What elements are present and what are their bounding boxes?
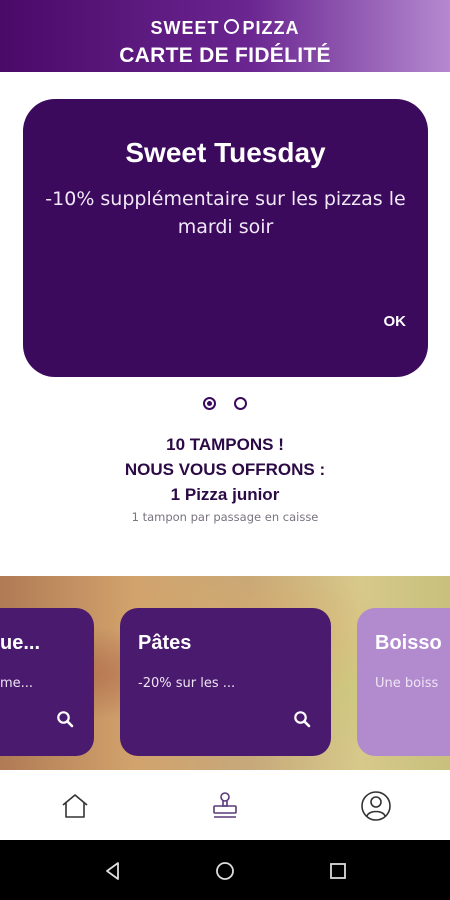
- nav-stamps[interactable]: [207, 788, 243, 824]
- android-system-bar: [0, 840, 450, 900]
- loyalty-line-1: 10 TAMPONS !: [166, 435, 284, 454]
- category-description: Une boiss: [375, 676, 439, 691]
- category-name: ue...: [0, 632, 41, 654]
- category-carousel: ue... me... Pâtes -20% sur les ... Boiss…: [0, 576, 450, 770]
- nav-profile[interactable]: [358, 788, 394, 824]
- home-icon: [62, 794, 88, 818]
- category-card-pates[interactable]: Pâtes -20% sur les ...: [120, 608, 331, 756]
- category-name: Boisso: [375, 632, 442, 654]
- promo-card[interactable]: Sweet Tuesday -10% supplémentaire sur le…: [23, 99, 428, 377]
- back-icon[interactable]: [102, 860, 124, 882]
- promo-description: -10% supplémentaire sur les pizzas le ma…: [45, 188, 406, 238]
- nav-home[interactable]: [57, 788, 93, 824]
- promo-title: Sweet Tuesday: [125, 137, 326, 168]
- app-header: SWEET PIZZA CARTE DE FIDÉLITÉ: [0, 0, 450, 72]
- category-name: Pâtes: [138, 632, 192, 654]
- loyalty-note: 1 tampon par passage en caisse: [131, 510, 319, 524]
- bottom-navigation: [0, 770, 450, 840]
- apple-icon: [223, 19, 239, 34]
- home-circle-icon[interactable]: [214, 860, 236, 882]
- category-description: me...: [0, 676, 34, 691]
- carousel-dot-1[interactable]: [203, 397, 216, 410]
- brand-pizza: PIZZA: [242, 18, 300, 38]
- category-description: -20% sur les ...: [138, 676, 236, 691]
- category-card-previous[interactable]: ue... me...: [0, 608, 94, 756]
- promo-ok-button[interactable]: OK: [384, 313, 407, 330]
- page-title: CARTE DE FIDÉLITÉ: [119, 44, 331, 67]
- loyalty-line-3: 1 Pizza junior: [170, 485, 280, 504]
- carousel-indicator: [0, 397, 450, 410]
- profile-icon: [361, 791, 391, 821]
- stamp-icon: [213, 792, 237, 818]
- carousel-dot-2[interactable]: [234, 397, 247, 410]
- brand-logo: SWEET PIZZA: [0, 18, 450, 39]
- loyalty-reward: 10 TAMPONS ! NOUS VOUS OFFRONS : 1 Pizza…: [0, 432, 450, 507]
- search-icon[interactable]: [56, 710, 74, 728]
- category-card-boissons[interactable]: Boisso Une boiss: [357, 608, 450, 756]
- recents-icon[interactable]: [327, 860, 349, 882]
- brand-sweet: SWEET: [150, 18, 220, 38]
- loyalty-line-2: NOUS VOUS OFFRONS :: [124, 460, 326, 479]
- search-icon[interactable]: [293, 710, 311, 728]
